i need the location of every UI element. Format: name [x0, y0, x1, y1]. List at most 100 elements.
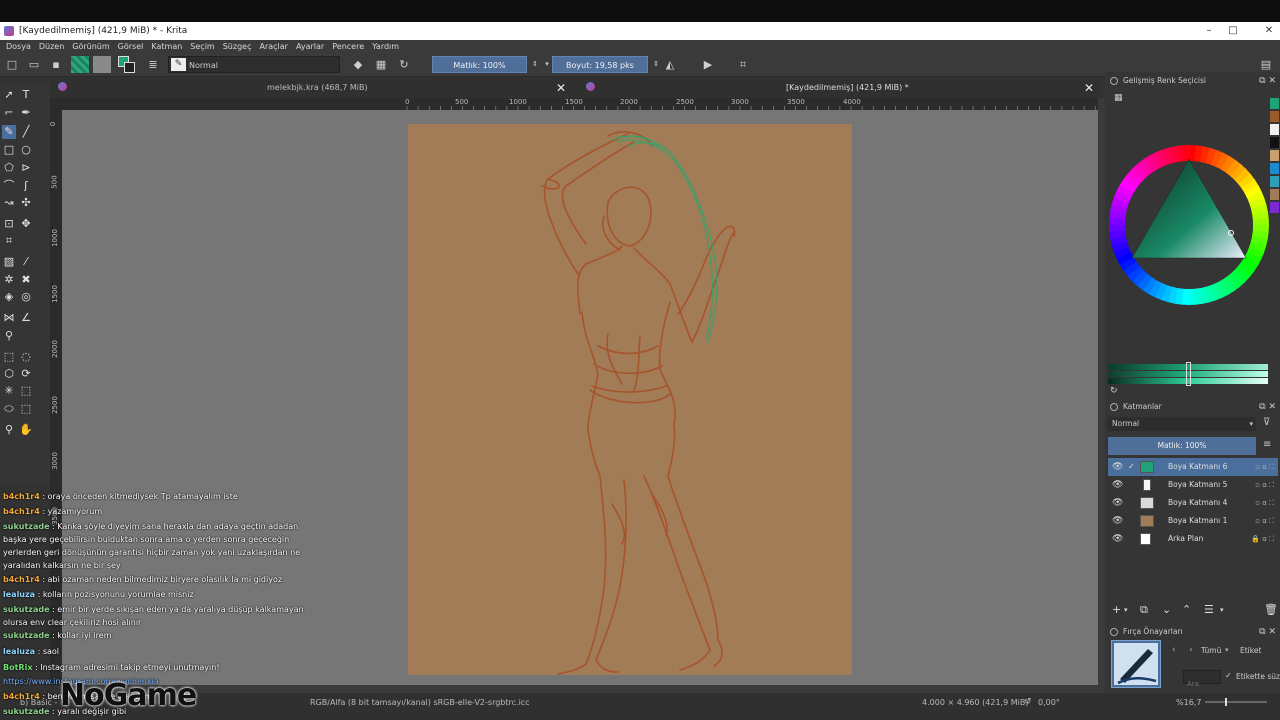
edit-shapes-icon[interactable]: ⌐ — [2, 106, 16, 120]
color-swatch[interactable] — [1270, 176, 1279, 187]
dock-float-close-icon[interactable]: ⧉ ✕ — [1259, 74, 1276, 88]
move-layer-up-icon[interactable]: ⌃ — [1182, 603, 1191, 616]
drawing-canvas[interactable] — [408, 124, 852, 675]
select-shapes-icon[interactable]: ➚ — [2, 88, 16, 102]
color-settings-icon[interactable]: ▦ — [1114, 93, 1123, 103]
vertical-scrollbar[interactable] — [1098, 98, 1105, 693]
crop-tool-icon[interactable]: ⌗ — [2, 234, 16, 248]
zoom-tool-icon[interactable]: ⚲ — [2, 423, 16, 437]
tab-close-icon[interactable]: ✕ — [1084, 78, 1094, 98]
brush-settings-icon[interactable]: ≣ — [145, 56, 161, 73]
tab-close-icon[interactable]: ✕ — [556, 78, 566, 98]
visibility-eye-icon[interactable]: 👁 — [1112, 512, 1123, 530]
layer-lock-alpha-icon[interactable]: ▫ α ⛶ — [1255, 458, 1274, 476]
layer-lock-icon[interactable]: 🔒 α ⛶ — [1251, 530, 1274, 548]
dock-float-close-icon[interactable]: ⧉ ✕ — [1259, 625, 1276, 639]
next-tag-icon[interactable]: › — [1189, 645, 1193, 655]
gradient-tool-icon[interactable]: ▨ — [2, 255, 16, 269]
freehand-select-icon[interactable]: ⟳ — [19, 367, 33, 381]
menu-katman[interactable]: Katman — [151, 42, 182, 51]
menu-ayarlar[interactable]: Ayarlar — [296, 42, 324, 51]
menu-dosya[interactable]: Dosya — [6, 42, 31, 51]
new-file-icon[interactable]: □ — [4, 56, 20, 73]
color-swatch[interactable] — [1270, 124, 1279, 135]
menu-yardim[interactable]: Yardım — [372, 42, 399, 51]
open-file-icon[interactable]: ▭ — [26, 56, 42, 73]
color-swatch[interactable] — [1270, 163, 1279, 174]
color-swatch[interactable] — [1270, 189, 1279, 200]
freehand-brush-icon[interactable]: ✎ — [2, 125, 16, 139]
color-swatch[interactable] — [1270, 150, 1279, 161]
smart-patch-icon[interactable]: ✖ — [19, 273, 33, 287]
measure-tool-icon[interactable]: ∠ — [19, 311, 33, 325]
wrap-around-icon[interactable]: ⌗ — [735, 56, 751, 73]
fg-bg-color-icon[interactable] — [118, 56, 136, 73]
eraser-icon[interactable]: ◆ — [350, 56, 366, 73]
tab-melekbjk[interactable]: melekbjk.kra (468,7 MiB) — [267, 78, 368, 98]
add-layer-icon[interactable]: + — [1112, 603, 1121, 616]
minimize-button[interactable]: – — [1198, 22, 1220, 40]
visibility-eye-icon[interactable]: 👁 — [1112, 530, 1123, 548]
layer-opacity-slider[interactable]: Matlık: 100% — [1108, 437, 1256, 455]
assistant-tool-icon[interactable]: ⋈ — [2, 311, 16, 325]
menu-pencere[interactable]: Pencere — [332, 42, 364, 51]
layer-lock-alpha-icon[interactable]: ▫ α ⛶ — [1255, 476, 1274, 494]
color-swatch[interactable] — [1270, 111, 1279, 122]
color-slider-handle[interactable] — [1186, 362, 1191, 386]
blend-mode-select[interactable]: ✎ Normal — [168, 56, 340, 73]
enclose-fill-icon[interactable]: ◎ — [19, 290, 33, 304]
filter-icon[interactable]: ⊽ — [1263, 417, 1270, 428]
layer-row[interactable]: 👁 Arka Plan 🔒 α ⛶ — [1108, 530, 1278, 548]
move-layer-down-icon[interactable]: ⌄ — [1162, 603, 1171, 616]
move-tool-icon[interactable]: ✥ — [19, 217, 33, 231]
prev-tag-icon[interactable]: ‹ — [1172, 645, 1176, 655]
magnetic-select-icon[interactable]: ⬚ — [19, 402, 33, 416]
rectangle-tool-icon[interactable]: □ — [2, 143, 16, 157]
visibility-eye-icon[interactable]: 👁 — [1112, 476, 1123, 494]
color-swatch[interactable] — [1270, 137, 1279, 148]
refresh-history-icon[interactable]: ↻ — [1110, 386, 1118, 396]
alpha-lock-icon[interactable]: ▦ — [373, 56, 389, 73]
layer-row[interactable]: 👁 Boya Katmanı 1 ▫ α ⛶ — [1108, 512, 1278, 530]
zoom-slider-handle[interactable] — [1225, 698, 1227, 706]
delete-layer-icon[interactable]: 🗑 — [1264, 603, 1278, 616]
rotation-icon[interactable]: ↺ — [1024, 697, 1032, 707]
polygon-select-icon[interactable]: ⬡ — [2, 367, 16, 381]
polyline-tool-icon[interactable]: ⊳ — [19, 161, 33, 175]
menu-duzen[interactable]: Düzen — [39, 42, 64, 51]
menu-suzgec[interactable]: Süzgeç — [223, 42, 252, 51]
transform-tool-icon[interactable]: ⊡ — [2, 217, 16, 231]
similar-select-icon[interactable]: ⬚ — [19, 384, 33, 398]
dock-float-close-icon[interactable]: ⧉ ✕ — [1259, 400, 1276, 414]
brush-preset-thumbnail[interactable] — [1111, 640, 1161, 688]
layer-blend-select[interactable]: Normal ▾ — [1108, 417, 1256, 431]
reload-preset-icon[interactable]: ↻ — [396, 56, 412, 73]
duplicate-layer-icon[interactable]: ⧉ — [1140, 603, 1148, 617]
chevron-down-icon[interactable]: ▾ — [1124, 606, 1128, 614]
chevron-down-icon[interactable]: ▾ — [1220, 606, 1224, 614]
line-tool-icon[interactable]: ╱ — [19, 125, 33, 139]
layer-check-icon[interactable]: ✓ — [1128, 458, 1135, 476]
calligraphy-icon[interactable]: ✒ — [19, 106, 33, 120]
bezier-select-icon[interactable]: ⬭ — [2, 402, 16, 416]
maximize-button[interactable]: □ — [1222, 22, 1244, 40]
color-wheel[interactable] — [1108, 144, 1270, 306]
rect-select-icon[interactable]: ⬚ — [2, 350, 16, 364]
color-picker-icon[interactable]: ⁄ — [19, 255, 33, 269]
menu-secim[interactable]: Seçim — [190, 42, 214, 51]
menu-gorsel[interactable]: Görsel — [118, 42, 144, 51]
fill-tool-icon[interactable]: ◈ — [2, 290, 16, 304]
ellipse-select-icon[interactable]: ◌ — [19, 350, 33, 364]
menu-araclar[interactable]: Araçlar — [259, 42, 287, 51]
menu-gorunum[interactable]: Görünüm — [72, 42, 109, 51]
visibility-eye-icon[interactable]: 👁 — [1112, 458, 1123, 476]
text-tool-icon[interactable]: T — [19, 88, 33, 102]
freehand-path-icon[interactable]: ʃ — [19, 179, 33, 193]
bezier-tool-icon[interactable]: ⌒ — [2, 179, 16, 193]
tag-button[interactable]: Etiket — [1240, 646, 1261, 655]
workspace-icon[interactable]: ▤ — [1258, 56, 1274, 73]
layer-row[interactable]: 👁 ✓ Boya Katmanı 6 ▫ α ⛶ — [1108, 458, 1278, 476]
pan-tool-icon[interactable]: ✋ — [19, 423, 33, 437]
multibrush-icon[interactable]: ✣ — [19, 196, 33, 210]
preset-search-field[interactable] — [1184, 678, 1220, 690]
